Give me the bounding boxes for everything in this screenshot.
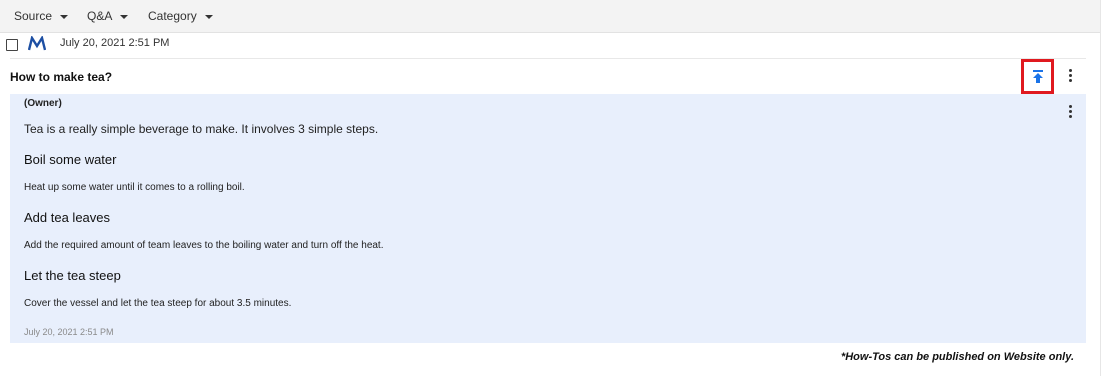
publish-to-top-button[interactable] <box>1021 59 1054 94</box>
category-filter-label: Category <box>148 9 197 23</box>
post-date: July 20, 2021 2:51 PM <box>60 37 170 49</box>
answer-date: July 20, 2021 2:51 PM <box>24 327 114 337</box>
caret-down-icon <box>60 14 69 19</box>
answer-author-role: (Owner) <box>24 98 62 109</box>
select-post-checkbox[interactable] <box>6 39 18 51</box>
caret-down-icon <box>204 14 213 19</box>
more-vert-icon <box>1068 105 1072 108</box>
more-vert-icon <box>1068 69 1072 72</box>
category-filter-dropdown[interactable]: Category <box>148 9 213 23</box>
publish-to-top-icon <box>1032 69 1043 83</box>
qa-filter-dropdown[interactable]: Q&A <box>87 9 129 23</box>
caret-down-icon <box>120 14 129 19</box>
step-body: Cover the vessel and let the tea steep f… <box>24 298 292 309</box>
divider <box>10 58 1086 59</box>
step-body: Add the required amount of team leaves t… <box>24 240 384 251</box>
filter-bar: Source Q&A Category <box>0 0 1100 33</box>
step-title: Add tea leaves <box>24 210 111 225</box>
step-title: Boil some water <box>24 152 117 167</box>
question-more-menu-button[interactable] <box>1065 69 1075 83</box>
post-meta-row: July 20, 2021 2:51 PM <box>0 32 1088 58</box>
answer-more-menu-button[interactable] <box>1065 105 1075 119</box>
step-title: Let the tea steep <box>24 268 121 283</box>
step-body: Heat up some water until it comes to a r… <box>24 182 245 193</box>
answer-panel: (Owner) Tea is a really simple beverage … <box>10 94 1086 343</box>
question-title: How to make tea? <box>10 70 113 84</box>
answer-intro: Tea is a really simple beverage to make.… <box>24 122 379 136</box>
source-filter-dropdown[interactable]: Source <box>14 9 69 23</box>
publish-footnote: *How-Tos can be published on Website onl… <box>840 351 1074 363</box>
m-logo-icon <box>28 36 46 51</box>
source-filter-label: Source <box>14 9 53 23</box>
qa-filter-label: Q&A <box>87 9 113 23</box>
qa-post-view: Source Q&A Category July 20, 2021 2:51 P… <box>0 0 1101 376</box>
